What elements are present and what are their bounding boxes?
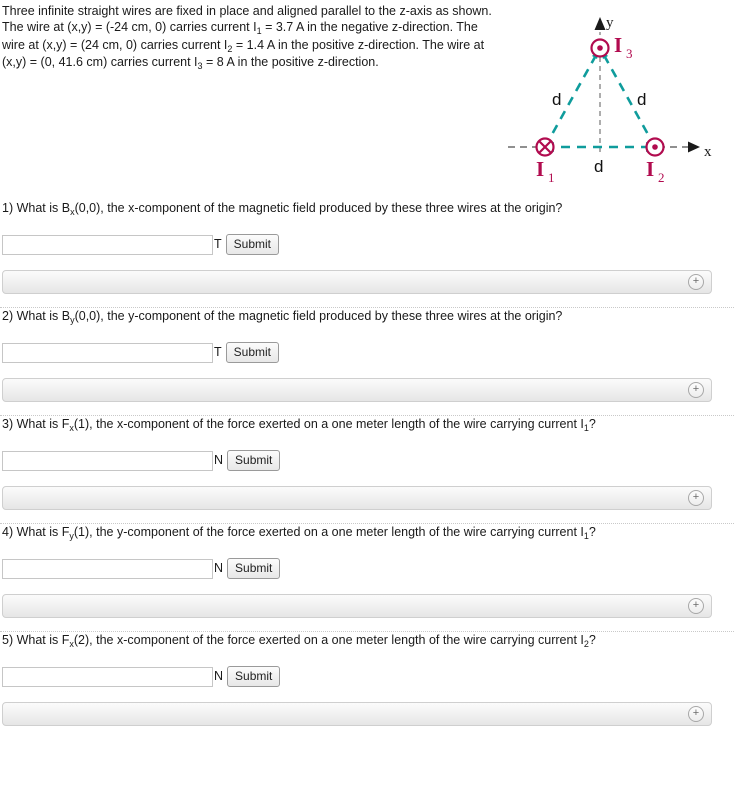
hint-expand-bar[interactable]: + <box>2 702 712 726</box>
question-text: 3) What is Fx(1), the x-component of the… <box>2 417 596 433</box>
answer-input[interactable] <box>2 234 213 255</box>
svg-text:I: I <box>614 33 622 57</box>
question-text: 2) What is By(0,0), the y-component of t… <box>2 309 563 325</box>
svg-text:2: 2 <box>658 170 665 185</box>
triangle-side-right <box>598 47 657 148</box>
question-text: 5) What is Fx(2), the x-component of the… <box>2 633 596 649</box>
question-block: 3) What is Fx(1), the x-component of the… <box>0 416 734 524</box>
wire-2-label: I 2 <box>646 157 665 185</box>
plus-icon[interactable]: + <box>688 382 704 398</box>
side-label-bottom: d <box>594 157 603 176</box>
hint-expand-bar[interactable]: + <box>2 486 712 510</box>
questions-list: 1) What is Bx(0,0), the x-component of t… <box>0 200 734 726</box>
side-label-right: d <box>637 90 646 109</box>
answer-input[interactable] <box>2 450 213 471</box>
x-axis-arrowhead <box>688 141 700 153</box>
submit-button[interactable]: Submit <box>227 450 281 471</box>
plus-icon[interactable]: + <box>688 598 704 614</box>
answer-row: N Submit <box>0 450 734 471</box>
hint-expand-bar[interactable]: + <box>2 378 712 402</box>
question-block: 2) What is By(0,0), the y-component of t… <box>0 308 734 416</box>
answer-input[interactable] <box>2 666 213 687</box>
svg-text:I: I <box>646 157 654 181</box>
circuit-figure: y x I 1 I 2 I 3 d d d <box>500 0 734 200</box>
wire-1-symbol-into-page <box>535 137 555 157</box>
plus-icon[interactable]: + <box>688 706 704 722</box>
svg-text:3: 3 <box>626 46 633 61</box>
unit-label: N <box>214 669 224 684</box>
wire-2-symbol-out-of-page <box>645 137 665 157</box>
side-label-left: d <box>552 90 561 109</box>
y-axis-label: y <box>606 15 614 31</box>
answer-row: T Submit <box>0 342 734 363</box>
question-text: 1) What is Bx(0,0), the x-component of t… <box>2 201 563 217</box>
submit-button[interactable]: Submit <box>225 234 279 255</box>
unit-label: T <box>214 237 222 252</box>
svg-text:1: 1 <box>548 170 555 185</box>
question-block: 5) What is Fx(2), the x-component of the… <box>0 632 734 726</box>
question-block: 4) What is Fy(1), the y-component of the… <box>0 524 734 632</box>
question-block: 1) What is Bx(0,0), the x-component of t… <box>0 200 734 308</box>
figure-svg: y x I 1 I 2 I 3 d d d <box>508 15 712 185</box>
plus-icon[interactable]: + <box>688 274 704 290</box>
y-axis-arrowhead <box>594 17 606 30</box>
answer-row: T Submit <box>0 234 734 255</box>
wire-1-label: I 1 <box>536 157 555 185</box>
answer-row: N Submit <box>0 666 734 687</box>
problem-header: Three infinite straight wires are fixed … <box>0 0 734 200</box>
wire-3-label: I 3 <box>614 33 633 61</box>
question-text: 4) What is Fy(1), the y-component of the… <box>2 525 596 541</box>
answer-row: N Submit <box>0 558 734 579</box>
submit-button[interactable]: Submit <box>225 342 279 363</box>
hint-expand-bar[interactable]: + <box>2 594 712 618</box>
hint-expand-bar[interactable]: + <box>2 270 712 294</box>
problem-statement: Three infinite straight wires are fixed … <box>2 4 492 72</box>
submit-button[interactable]: Submit <box>227 558 281 579</box>
answer-input[interactable] <box>2 342 213 363</box>
svg-text:I: I <box>536 157 544 181</box>
x-axis-label: x <box>704 144 712 160</box>
unit-label: T <box>214 345 222 360</box>
plus-icon[interactable]: + <box>688 490 704 506</box>
unit-label: N <box>214 453 224 468</box>
answer-input[interactable] <box>2 558 213 579</box>
submit-button[interactable]: Submit <box>227 666 281 687</box>
wire-3-symbol-out-of-page <box>590 38 610 58</box>
unit-label: N <box>214 561 224 576</box>
